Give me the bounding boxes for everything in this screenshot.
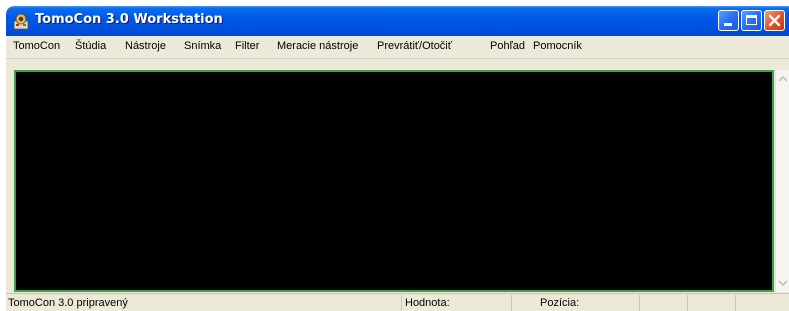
minimize-icon (724, 23, 732, 26)
status-position: Pozícia: (512, 295, 640, 311)
menu-prevratit-otocit[interactable]: Prevrátiť/Otočiť (377, 40, 452, 52)
chevron-up-icon[interactable] (776, 72, 789, 86)
vertical-scrollbar[interactable] (775, 70, 789, 292)
status-pane (640, 295, 688, 311)
status-pane (688, 295, 736, 311)
maximize-button[interactable] (741, 10, 762, 31)
app-window: TomoCon 3.0 Workstation TomoCon Štúdia N… (6, 6, 789, 311)
menu-filter[interactable]: Filter (235, 40, 259, 52)
menu-pohlad[interactable]: Pohľad (490, 40, 525, 52)
title-bar[interactable]: TomoCon 3.0 Workstation (6, 6, 789, 36)
status-message: TomoCon 3.0 pripravený (6, 295, 402, 311)
chevron-down-icon[interactable] (776, 276, 789, 290)
status-bar: TomoCon 3.0 pripravený Hodnota: Pozícia: (6, 293, 789, 311)
image-viewport[interactable] (14, 70, 774, 292)
status-value: Hodnota: (402, 295, 512, 311)
status-pane (736, 295, 789, 311)
menu-bar: TomoCon Štúdia Nástroje Snímka Filter Me… (6, 36, 789, 59)
maximize-icon (746, 15, 757, 25)
menu-studia[interactable]: Štúdia (75, 40, 106, 52)
menu-nastroje[interactable]: Nástroje (125, 40, 166, 52)
tomocon-app-icon[interactable] (12, 12, 30, 30)
minimize-button[interactable] (718, 10, 739, 31)
close-icon (768, 14, 781, 27)
close-button[interactable] (764, 10, 785, 31)
menu-pomocnik[interactable]: Pomocník (533, 40, 582, 52)
window-title: TomoCon 3.0 Workstation (35, 12, 223, 27)
menu-meracie-nastroje[interactable]: Meracie nástroje (277, 40, 358, 52)
menu-tomocon[interactable]: TomoCon (13, 40, 60, 52)
menu-snimka[interactable]: Snímka (184, 40, 221, 52)
